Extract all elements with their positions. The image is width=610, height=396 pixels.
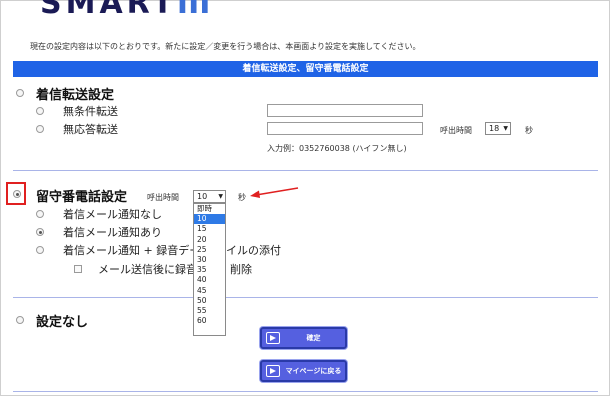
voicemail-seconds-label: 秒 [238,193,246,202]
voicemail-ring-time-label: 呼出時間 [147,193,179,202]
notify-attach-label-tail: イルの添付 [226,244,281,257]
delete-after-send-checkbox[interactable] [74,265,82,273]
back-to-mypage-button[interactable]: マイページに戻る [260,360,347,382]
no-setting-radio[interactable] [16,316,24,324]
dropdown-option[interactable]: 45 [194,286,225,296]
no-answer-label: 無応答転送 [63,123,118,136]
forwarding-ring-time-select[interactable]: 18 ▼ [485,122,511,135]
dropdown-option[interactable]: 35 [194,265,225,275]
dropdown-option[interactable]: 60 [194,316,225,326]
logo-suffix: III [176,0,211,21]
voicemail-radio[interactable] [13,190,21,198]
delete-after-send-label: メール送信後に録音 [98,263,197,276]
no-answer-radio[interactable] [36,125,44,133]
dropdown-option[interactable]: 55 [194,306,225,316]
dropdown-option[interactable]: 30 [194,255,225,265]
voicemail-ring-time-select[interactable]: 10 ▼ [193,190,226,203]
ring-time-dropdown-list[interactable]: 即時 10 15 20 25 30 35 40 45 50 55 60 [193,203,226,336]
no-notify-label: 着信メール通知なし [63,208,162,221]
divider [13,170,598,171]
unconditional-number-input[interactable] [267,104,423,117]
delete-after-send-label-tail: 削除 [230,263,252,276]
dropdown-option[interactable]: 10 [194,214,225,225]
dropdown-option[interactable]: 50 [194,296,225,306]
dropdown-option[interactable]: 即時 [194,204,225,214]
dropdown-option[interactable]: 40 [194,275,225,285]
notify-radio[interactable] [36,228,44,236]
confirm-button-label: 確定 [306,334,321,342]
dropdown-option[interactable]: 20 [194,235,225,245]
forwarding-ring-time-value: 18 [489,124,500,133]
back-to-mypage-label: マイページに戻る [285,367,342,375]
dropdown-option[interactable]: 25 [194,245,225,255]
unconditional-label: 無条件転送 [63,105,118,118]
unconditional-radio[interactable] [36,107,44,115]
chevron-down-icon: ▼ [503,125,508,132]
no-setting-title: 設定なし [36,315,89,330]
notify-attach-radio[interactable] [36,246,44,254]
logo-text: SMART [40,0,177,21]
divider [13,297,598,298]
forwarding-radio[interactable] [16,89,24,97]
no-notify-radio[interactable] [36,210,44,218]
forwarding-title: 着信転送設定 [36,88,115,103]
smart-logo: SMARTIII [40,0,210,21]
notice-text: 現在の設定内容は以下のとおりです。新たに設定／変更を行う場合は、本画面より設定を… [30,42,421,51]
confirm-button[interactable]: 確定 [260,327,347,349]
voicemail-title: 留守番電話設定 [36,190,128,205]
forwarding-ring-time-label: 呼出時間 [440,126,472,135]
section-banner: 着信転送設定、留守番電話設定 [13,61,598,77]
dropdown-option[interactable]: 15 [194,224,225,234]
divider [13,391,598,392]
voicemail-ring-time-value: 10 [197,192,208,201]
chevron-down-icon: ▼ [218,193,223,200]
notify-attach-label: 着信メール通知 + 録音デー [63,244,201,257]
forwarding-seconds-label: 秒 [525,126,533,135]
play-icon [266,332,280,344]
no-answer-number-input[interactable] [267,122,423,135]
example-text: 入力例：0352760038 (ハイフン無し) [267,144,407,153]
notify-label: 着信メール通知あり [63,226,162,239]
red-arrow-icon [250,187,299,198]
play-icon [266,365,280,377]
